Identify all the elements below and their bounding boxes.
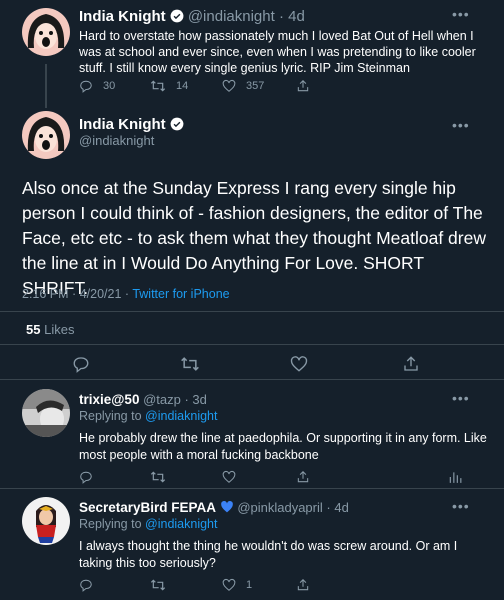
avatar-secretarybird[interactable] [22,497,70,545]
avatar-india-knight[interactable] [22,8,70,56]
replying-to-link[interactable]: @indiaknight [145,409,217,423]
main-reply-button[interactable] [72,355,90,378]
analytics-icon [449,472,462,483]
reply-button[interactable] [79,470,93,489]
tweet-age[interactable]: 3d [192,392,206,407]
likes-summary[interactable]: 55 Likes [26,322,74,337]
more-icon[interactable]: ••• [452,498,470,514]
like-button[interactable] [222,470,236,489]
author-name[interactable]: trixie@50 [79,392,139,407]
author-handle[interactable]: @indiaknight [188,8,275,25]
more-icon[interactable]: ••• [452,390,470,406]
reply-button[interactable]: 30 [79,79,115,93]
like-button[interactable]: 1 [222,578,252,592]
share-icon [297,471,309,483]
analytics-button[interactable] [448,470,462,489]
tweet-text: Hard to overstate how passionately much … [79,29,476,75]
reply-icon [80,471,92,484]
main-share-button[interactable] [402,355,420,378]
like-count: 357 [246,80,265,92]
more-icon[interactable]: ••• [452,6,470,22]
share-icon [297,80,309,92]
share-button[interactable] [296,79,310,93]
tweet-age[interactable]: 4d [334,500,348,515]
divider [0,379,504,380]
author-name[interactable]: India Knight [79,8,166,25]
replying-to-link[interactable]: @indiaknight [145,517,217,531]
retweet-icon [181,357,199,371]
divider [0,488,504,489]
like-button[interactable]: 357 [222,79,264,93]
retweet-count: 14 [176,80,189,92]
retweet-button[interactable] [150,470,166,489]
tweet-source[interactable]: Twitter for iPhone [132,287,229,301]
tweet-age[interactable]: 4d [288,8,305,25]
retweet-button[interactable] [150,578,166,597]
main-retweet-button[interactable] [180,355,200,378]
share-icon [297,579,309,591]
verified-icon [170,117,184,131]
like-icon [290,356,308,372]
tweet-date[interactable]: 4/20/21 [80,287,122,301]
likes-count: 55 [26,322,41,337]
reply-text: He probably drew the line at paedophila.… [79,431,487,462]
tweet-time[interactable]: 2:16 PM [22,287,69,301]
author-handle[interactable]: @tazp [143,392,181,407]
replying-prefix: Replying to [79,409,142,423]
main-tweet-text: Also once at the Sunday Express I rang e… [22,178,486,298]
author-handle[interactable]: @indiaknight [79,133,154,148]
reply-text: I always thought the thing he wouldn't d… [79,539,458,570]
share-icon [404,356,418,371]
verified-icon [170,9,184,23]
retweet-button[interactable]: 14 [150,79,188,93]
reply-count: 30 [103,80,116,92]
more-icon[interactable]: ••• [452,117,470,133]
author-name[interactable]: India Knight [79,116,166,133]
retweet-icon [150,579,166,591]
avatar-india-knight-main[interactable] [22,111,70,159]
share-button[interactable] [296,470,310,489]
author-name[interactable]: SecretaryBird FEPAA [79,500,216,515]
share-button[interactable] [296,578,310,597]
like-icon [222,578,236,591]
reply-button[interactable] [79,578,93,597]
retweet-icon [150,80,166,92]
divider [0,311,504,312]
blue-heart-icon [220,500,233,513]
replying-prefix: Replying to [79,517,142,531]
like-icon [222,79,236,92]
divider [0,344,504,345]
author-handle[interactable]: @pinkladyapril [237,500,322,515]
reply-icon [80,80,92,93]
retweet-icon [150,471,166,483]
thread-line [45,64,47,108]
like-count: 1 [246,579,253,591]
like-icon [222,470,236,483]
avatar-trixie[interactable] [22,389,70,437]
likes-label: Likes [44,322,75,337]
reply-icon [80,579,92,592]
main-like-button[interactable] [290,355,308,378]
reply-icon [73,357,89,373]
